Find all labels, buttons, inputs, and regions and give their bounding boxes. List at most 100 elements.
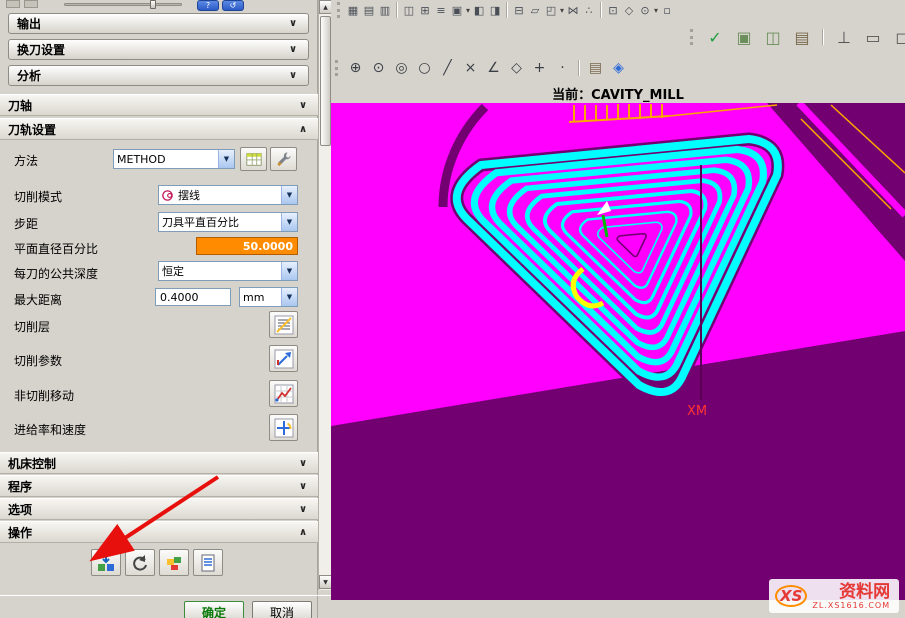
clipped-toolbar-icon[interactable] [6,0,20,8]
snap-intersection-icon[interactable]: × [460,58,481,79]
cut-levels-icon [274,315,294,335]
cancel-button[interactable]: 取消 [252,601,312,618]
zoom-slider-knob[interactable] [150,0,156,9]
show-solid-icon[interactable]: ▣ [732,25,756,49]
chevron-down-icon[interactable]: ∨ [286,18,300,29]
max-distance-input[interactable]: 0.4000 [155,288,231,306]
toolbar-separator [600,2,602,18]
notebook-icon[interactable]: ▤ [790,25,814,49]
list-button[interactable] [193,549,223,576]
clipped-toolbar-icon[interactable] [24,0,38,8]
finish-check-icon[interactable]: ✓ [703,25,727,49]
section-tool-axis[interactable]: 刀轴 ∨ [0,94,318,116]
dropdown-arrow-icon[interactable]: ▾ [466,6,470,15]
snap-angle-icon[interactable]: ∠ [483,58,504,79]
reset-button[interactable]: ↺ [222,0,244,11]
filled-cell-icon[interactable]: ▣ [449,2,465,18]
zoom-slider[interactable] [64,3,182,6]
snap-existing-point-icon[interactable]: · [552,58,573,79]
group-output[interactable]: 输出 ∨ [8,13,309,34]
chevron-up-icon[interactable]: ∧ [296,124,310,135]
target-icon[interactable]: ⊙ [637,2,653,18]
method-edit-button[interactable] [270,147,297,171]
toolbar-grip[interactable] [335,60,338,76]
stepover-value: 刀具平直百分比 [159,214,281,230]
toolbar-grip[interactable] [337,2,340,18]
feeds-speeds-button[interactable] [269,414,298,441]
shaded-cube-icon[interactable]: ◈ [608,58,629,79]
dropdown-arrow-icon[interactable]: ▼ [281,186,297,204]
chevron-down-icon[interactable]: ∨ [296,458,310,469]
bowtie-icon[interactable]: ⋈ [565,2,581,18]
diamond-icon[interactable]: ◇ [621,2,637,18]
snap-quadrant-icon[interactable]: ⊕ [345,58,366,79]
generate-button[interactable] [91,549,121,576]
dialog-scrollbar[interactable]: ▲ ▼ [318,0,331,590]
group-tool-change[interactable]: 换刀设置 ∨ [8,39,309,60]
add-grid-icon[interactable]: ⊞ [417,2,433,18]
viewport-3d[interactable]: XM [331,103,905,600]
verify-3d-button[interactable] [159,549,189,576]
box-dot-icon[interactable]: ⊡ [605,2,621,18]
stepover-combo[interactable]: 刀具平直百分比 ▼ [158,212,298,232]
group-analysis[interactable]: 分析 ∨ [8,65,309,86]
snap-point-icon[interactable]: ○ [414,58,435,79]
cutting-parameters-button[interactable] [269,345,298,372]
dropdown-arrow-icon[interactable]: ▼ [281,213,297,231]
max-distance-unit-combo[interactable]: mm ▼ [239,287,298,307]
snap-plus-icon[interactable]: + [529,58,550,79]
chevron-down-icon[interactable]: ∨ [286,70,300,81]
section-machine-control[interactable]: 机床控制 ∨ [0,452,318,474]
chevron-up-icon[interactable]: ∧ [296,527,310,538]
list-view-icon[interactable]: ▤ [361,2,377,18]
method-new-button[interactable] [240,147,267,171]
verify-3d-icon [164,553,184,573]
dropdown-arrow-icon[interactable]: ▼ [218,150,234,168]
columns-icon[interactable]: ▥ [377,2,393,18]
section-options[interactable]: 选项 ∨ [0,498,318,520]
replay-button[interactable] [125,549,155,576]
half-left-icon[interactable]: ◧ [471,2,487,18]
dialog-box-icon[interactable]: ◻ [890,25,905,49]
non-cutting-moves-button[interactable] [269,380,298,407]
dropdown-arrow-icon[interactable]: ▾ [654,6,658,15]
square-small-icon[interactable]: ▫ [659,2,675,18]
depth-per-cut-combo[interactable]: 恒定 ▼ [158,261,298,281]
help-button[interactable]: ? [197,0,219,11]
fixture-icon[interactable]: ⊥ [832,25,856,49]
dots-icon[interactable]: ∴ [581,2,597,18]
ok-button[interactable]: 确定 [184,601,244,618]
monitor-icon[interactable]: ▭ [861,25,885,49]
parallelogram-icon[interactable]: ▱ [527,2,543,18]
chevron-down-icon[interactable]: ∨ [296,481,310,492]
dropdown-arrow-icon[interactable]: ▼ [281,262,297,280]
half-right-icon[interactable]: ◨ [487,2,503,18]
dropdown-arrow-icon[interactable]: ▾ [560,6,564,15]
snap-line-icon[interactable]: ╱ [437,58,458,79]
dropdown-arrow-icon[interactable]: ▼ [281,288,297,306]
snap-diamond-icon[interactable]: ◇ [506,58,527,79]
non-cutting-moves-label: 非切削移动 [14,387,74,404]
operation-toolbar: ✓▣◫▤ ⊥▭◻ [690,24,905,50]
menu-lines-icon[interactable]: ≡ [433,2,449,18]
remove-box-icon[interactable]: ⊟ [511,2,527,18]
flat-diameter-pct-input[interactable]: 50.0000 [196,237,298,255]
section-program[interactable]: 程序 ∨ [0,475,318,497]
chevron-down-icon[interactable]: ∨ [286,44,300,55]
method-combo[interactable]: METHOD ▼ [113,149,235,169]
chevron-down-icon[interactable]: ∨ [296,100,310,111]
section-path-settings[interactable]: 刀轨设置 ∧ [0,118,318,140]
cut-levels-button[interactable] [269,311,298,338]
corner-view-icon[interactable]: ◰ [543,2,559,18]
chevron-down-icon[interactable]: ∨ [296,504,310,515]
pattern-grid-icon[interactable]: ▦ [345,2,361,18]
window-icon[interactable]: ◫ [401,2,417,18]
journal-icon[interactable]: ▤ [585,58,606,79]
cut-pattern-combo[interactable]: 摆线 ▼ [158,185,298,205]
copy-solid-icon[interactable]: ◫ [761,25,785,49]
scrollbar-thumb[interactable] [320,16,331,146]
section-actions[interactable]: 操作 ∧ [0,521,318,543]
toolbar-grip[interactable] [690,29,693,45]
snap-center-icon[interactable]: ⊙ [368,58,389,79]
snap-circle-icon[interactable]: ◎ [391,58,412,79]
